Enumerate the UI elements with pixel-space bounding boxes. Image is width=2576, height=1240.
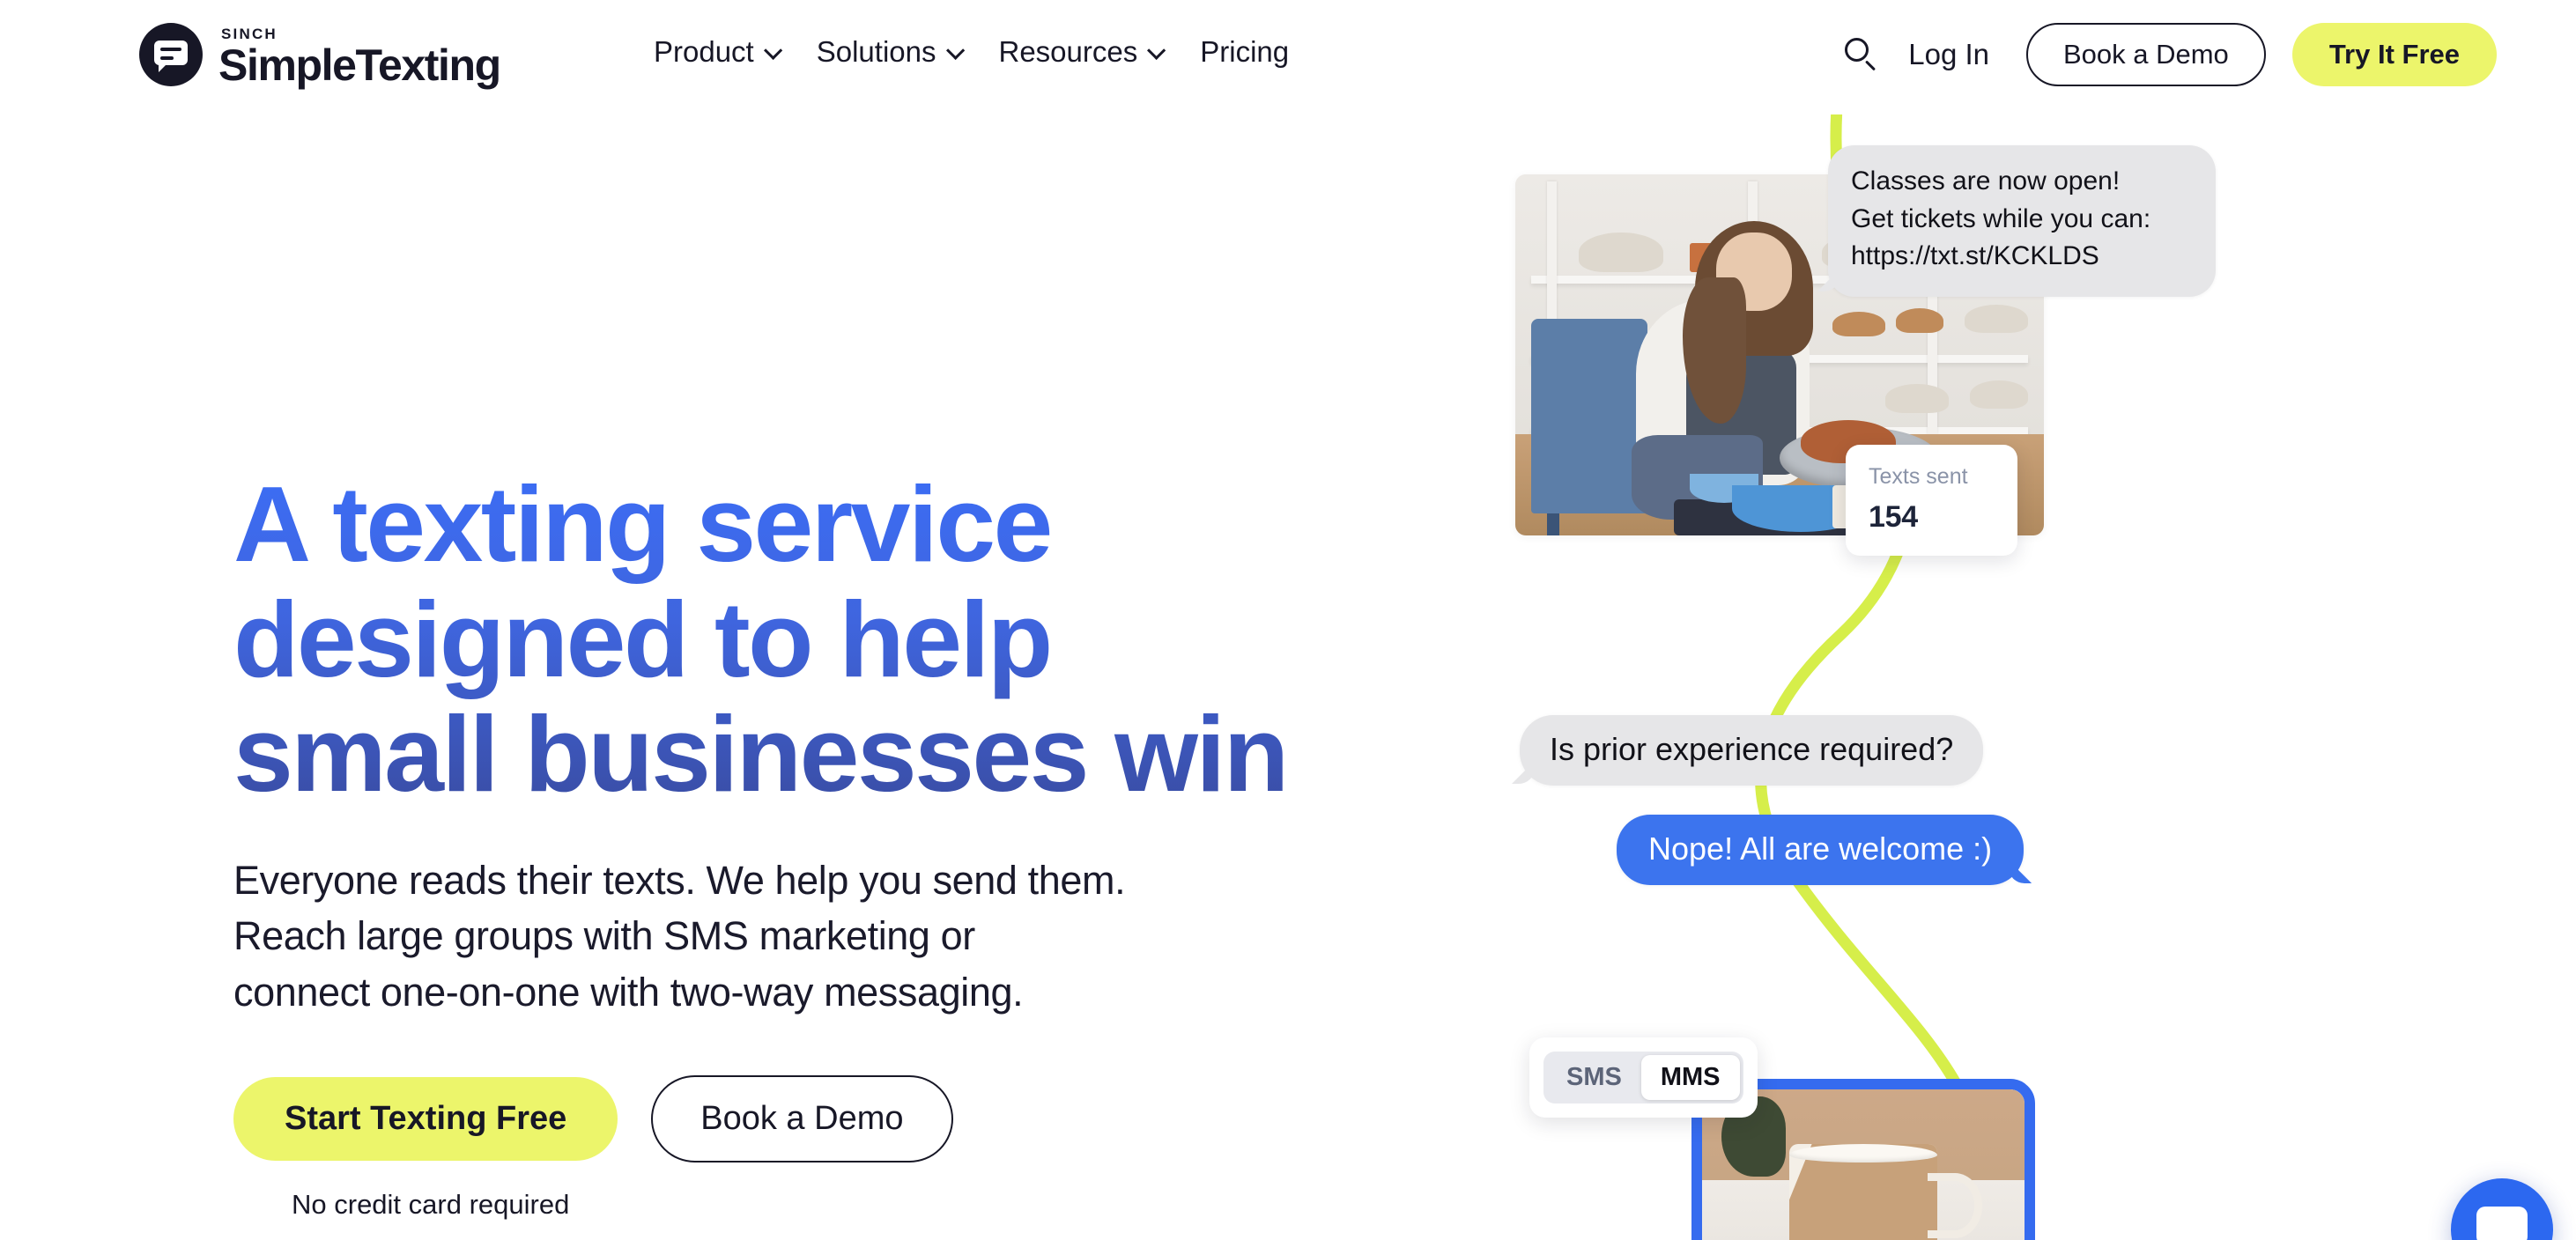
stat-value: 154 bbox=[1869, 500, 1918, 534]
search-icon[interactable] bbox=[1839, 33, 1882, 76]
message-type-toggle: SMS MMS bbox=[1529, 1037, 1758, 1118]
speech-bubble-circle-icon bbox=[139, 23, 203, 86]
chat-bubble-icon[interactable] bbox=[2451, 1178, 2553, 1240]
no-credit-card-note: No credit card required bbox=[292, 1189, 570, 1221]
toggle-option-mms[interactable]: MMS bbox=[1640, 1055, 1740, 1100]
stat-label: Texts sent bbox=[1869, 464, 1968, 489]
book-a-demo-button[interactable]: Book a Demo bbox=[2025, 23, 2266, 86]
nav-label: Solutions bbox=[816, 35, 936, 68]
toggle-track: SMS MMS bbox=[1543, 1052, 1743, 1103]
hero-cta-group: Start Texting Free Book a Demo bbox=[233, 1075, 1379, 1163]
hero-subheadline: Everyone reads their texts. We help you … bbox=[233, 857, 1126, 1015]
nav-label: Resources bbox=[998, 35, 1138, 68]
hero-illustration: Classes are now open! Get tickets while … bbox=[1427, 0, 2576, 1240]
nav-item-product[interactable]: Product bbox=[654, 35, 782, 69]
nav-item-solutions[interactable]: Solutions bbox=[816, 35, 965, 69]
hero-copy: A texting service designed to help small… bbox=[233, 467, 1379, 1221]
login-link[interactable]: Log In bbox=[1908, 38, 1989, 71]
chevron-down-icon bbox=[1147, 41, 1166, 60]
header-actions: Log In Book a Demo Try It Free bbox=[1839, 23, 2497, 86]
logo-parent-brand: SINCH bbox=[221, 25, 278, 42]
outgoing-message-bubble: Nope! All are welcome :) bbox=[1617, 815, 2025, 885]
page-title: A texting service designed to help small… bbox=[233, 467, 1379, 812]
start-texting-free-button[interactable]: Start Texting Free bbox=[233, 1077, 618, 1162]
try-it-free-button[interactable]: Try It Free bbox=[2291, 23, 2497, 86]
hero-book-a-demo-button[interactable]: Book a Demo bbox=[651, 1075, 953, 1163]
landing-page: SINCH SimpleTexting Product Solutions Re… bbox=[0, 0, 2576, 1240]
nav-item-pricing[interactable]: Pricing bbox=[1200, 35, 1289, 69]
incoming-message-bubble: Is prior experience required? bbox=[1520, 715, 1984, 786]
site-header: SINCH SimpleTexting Product Solutions Re… bbox=[0, 0, 2576, 114]
nav-item-resources[interactable]: Resources bbox=[998, 35, 1166, 69]
chevron-down-icon bbox=[945, 41, 965, 60]
toggle-option-sms[interactable]: SMS bbox=[1547, 1055, 1641, 1100]
nav-label: Pricing bbox=[1200, 35, 1290, 68]
logo-product-name: SimpleTexting bbox=[218, 40, 501, 90]
promo-message-bubble: Classes are now open! Get tickets while … bbox=[1828, 145, 2216, 297]
nav-label: Product bbox=[654, 35, 754, 68]
primary-nav: Product Solutions Resources Pricing bbox=[654, 35, 1289, 69]
site-logo[interactable]: SINCH SimpleTexting bbox=[139, 23, 501, 90]
chevron-down-icon bbox=[763, 41, 782, 60]
texts-sent-stat-card: Texts sent 154 bbox=[1846, 445, 2017, 556]
